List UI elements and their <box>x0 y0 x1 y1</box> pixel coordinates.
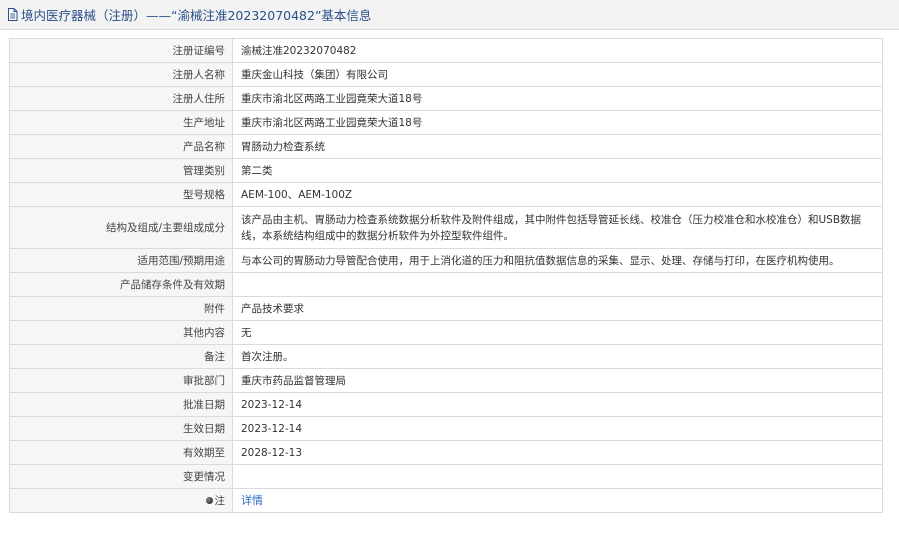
detail-link[interactable]: 详情 <box>241 494 263 507</box>
table-row: 适用范围/预期用途 与本公司的胃肠动力导管配合使用，用于上消化道的压力和阻抗值数… <box>9 248 883 273</box>
row-label: 批准日期 <box>9 392 233 417</box>
row-value: 首次注册。 <box>232 344 883 369</box>
table-row: 型号规格 AEM-100、AEM-100Z <box>9 182 883 207</box>
table-row: 附件 产品技术要求 <box>9 296 883 321</box>
note-label: 注 <box>214 494 226 507</box>
row-value: 第二类 <box>232 158 883 183</box>
page-header: 境内医疗器械（注册）——“渝械注准20232070482”基本信息 <box>0 0 899 30</box>
row-label: 适用范围/预期用途 <box>9 248 233 273</box>
row-label: 注册人名称 <box>9 62 233 87</box>
row-value: 2028-12-13 <box>232 440 883 465</box>
table-row: 其他内容 无 <box>9 320 883 345</box>
row-label: 产品储存条件及有效期 <box>9 272 233 297</box>
row-value: 胃肠动力检查系统 <box>232 134 883 159</box>
table-row: 注册证编号 渝械注准20232070482 <box>9 38 883 63</box>
row-value: 产品技术要求 <box>232 296 883 321</box>
row-label: 注册人住所 <box>9 86 233 111</box>
row-label: 有效期至 <box>9 440 233 465</box>
table-row: 变更情况 <box>9 464 883 489</box>
bullet-icon <box>205 496 213 504</box>
table-row: 产品储存条件及有效期 <box>9 272 883 297</box>
table-row: 备注 首次注册。 <box>9 344 883 369</box>
table-row: 审批部门 重庆市药品监督管理局 <box>9 368 883 393</box>
row-value: 重庆金山科技（集团）有限公司 <box>232 62 883 87</box>
row-value: 重庆市渝北区两路工业园竟荣大道18号 <box>232 86 883 111</box>
table-row: 产品名称 胃肠动力检查系统 <box>9 134 883 159</box>
row-value: 重庆市渝北区两路工业园竟荣大道18号 <box>232 110 883 135</box>
table-row: 批准日期 2023-12-14 <box>9 392 883 417</box>
row-value: 渝械注准20232070482 <box>232 38 883 63</box>
row-value: 无 <box>232 320 883 345</box>
table-row: 管理类别 第二类 <box>9 158 883 183</box>
row-label: 生产地址 <box>9 110 233 135</box>
row-value: 2023-12-14 <box>232 416 883 441</box>
row-value: 重庆市药品监督管理局 <box>232 368 883 393</box>
row-label: 注册证编号 <box>9 38 233 63</box>
row-label: 审批部门 <box>9 368 233 393</box>
note-label-cell: 注 <box>9 488 233 513</box>
info-table: 注册证编号 渝械注准20232070482 注册人名称 重庆金山科技（集团）有限… <box>9 38 883 513</box>
document-icon <box>7 8 18 21</box>
row-label: 产品名称 <box>9 134 233 159</box>
row-label: 管理类别 <box>9 158 233 183</box>
row-value: 2023-12-14 <box>232 392 883 417</box>
row-label: 生效日期 <box>9 416 233 441</box>
table-row: 注册人名称 重庆金山科技（集团）有限公司 <box>9 62 883 87</box>
row-label: 附件 <box>9 296 233 321</box>
page: 境内医疗器械（注册）——“渝械注准20232070482”基本信息 注册证编号 … <box>0 0 899 548</box>
row-label: 型号规格 <box>9 182 233 207</box>
row-label: 变更情况 <box>9 464 233 489</box>
table-row-note: 注 详情 <box>9 488 883 513</box>
row-value: 与本公司的胃肠动力导管配合使用，用于上消化道的压力和阻抗值数据信息的采集、显示、… <box>232 248 883 273</box>
info-table-container: 注册证编号 渝械注准20232070482 注册人名称 重庆金山科技（集团）有限… <box>9 38 883 513</box>
table-row: 生产地址 重庆市渝北区两路工业园竟荣大道18号 <box>9 110 883 135</box>
row-value: AEM-100、AEM-100Z <box>232 182 883 207</box>
table-row: 注册人住所 重庆市渝北区两路工业园竟荣大道18号 <box>9 86 883 111</box>
page-title: 境内医疗器械（注册）——“渝械注准20232070482”基本信息 <box>21 8 372 23</box>
row-label: 结构及组成/主要组成成分 <box>9 206 233 249</box>
table-row: 结构及组成/主要组成成分 该产品由主机、胃肠动力检查系统数据分析软件及附件组成，… <box>9 206 883 249</box>
row-value <box>232 464 883 489</box>
row-value <box>232 272 883 297</box>
table-row: 生效日期 2023-12-14 <box>9 416 883 441</box>
row-label: 其他内容 <box>9 320 233 345</box>
row-label: 备注 <box>9 344 233 369</box>
note-value-cell: 详情 <box>232 488 883 513</box>
table-row: 有效期至 2028-12-13 <box>9 440 883 465</box>
row-value: 该产品由主机、胃肠动力检查系统数据分析软件及附件组成，其中附件包括导管延长线、校… <box>232 206 883 249</box>
